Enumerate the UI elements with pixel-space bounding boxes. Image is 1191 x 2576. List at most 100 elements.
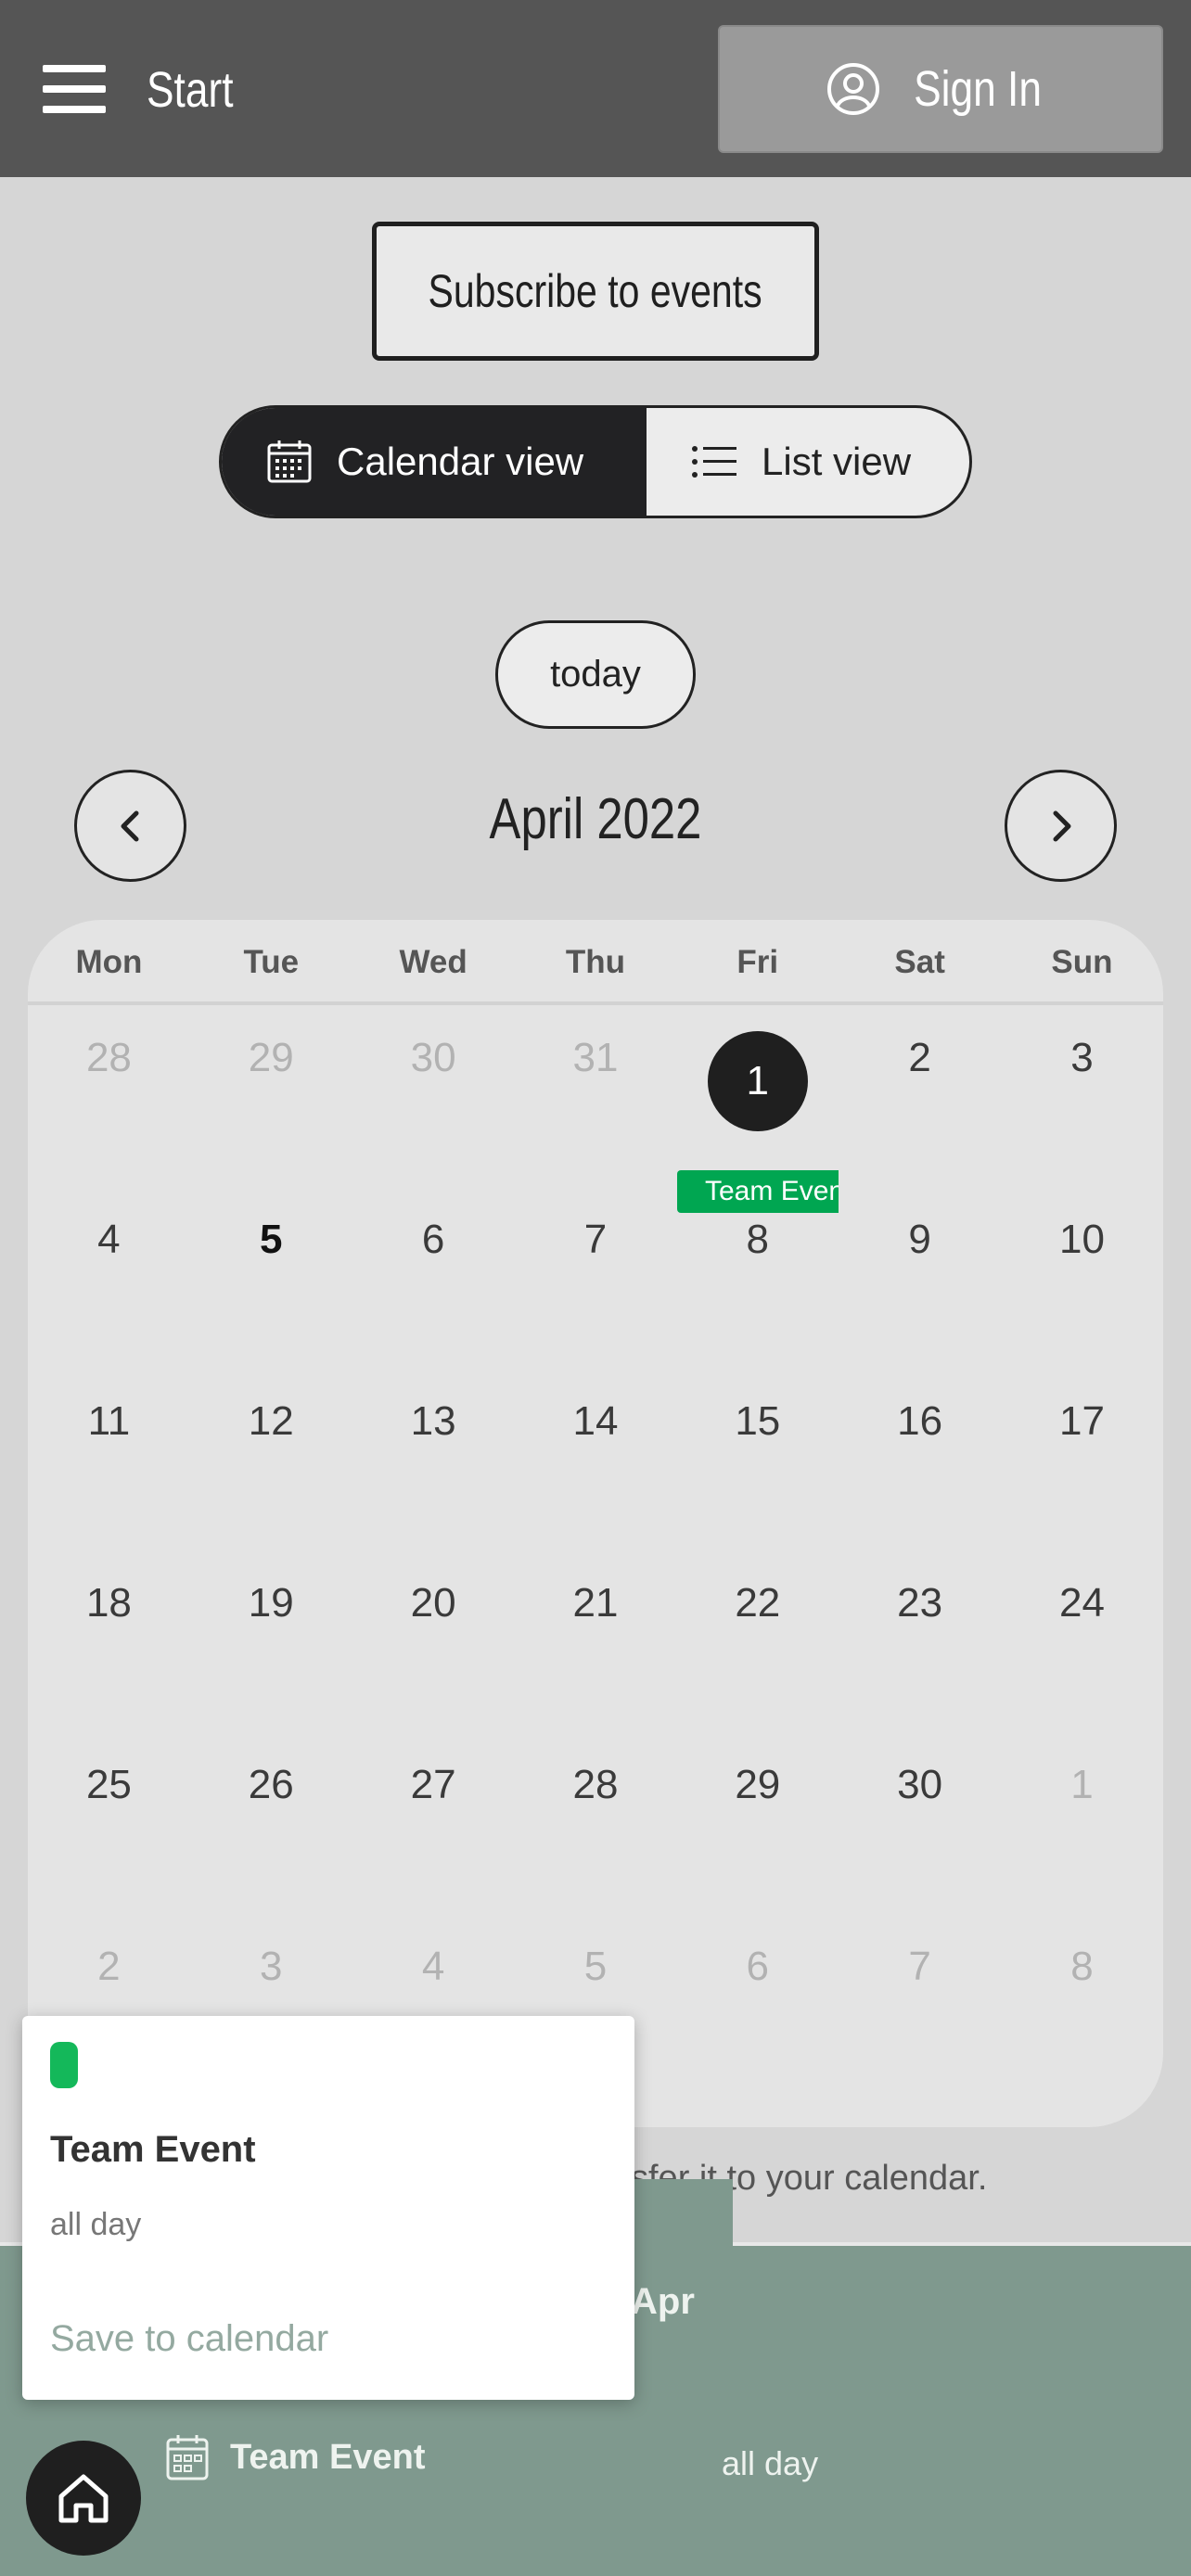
weekday-label: Fri [736,944,779,980]
day-cell[interactable]: 25 [28,1736,190,1918]
chevron-right-icon [1053,810,1070,841]
menu-icon[interactable] [43,65,106,113]
day-cell[interactable]: 29 [676,1736,839,1918]
day-cell[interactable]: 15 [676,1372,839,1554]
day-cell[interactable]: 21 [515,1554,677,1736]
day-cell[interactable]: 8 [676,1191,839,1372]
day-cell[interactable]: 29 [190,1009,352,1191]
day-number: 8 [746,1217,770,1262]
day-cell[interactable]: 28 [28,1009,190,1191]
day-number: 24 [1059,1580,1105,1626]
week-row: 28 29 30 31 1 2 3 Team Even [28,1009,1163,1213]
list-event-item[interactable]: Team Event [165,2433,425,2481]
day-cell[interactable]: 27 [352,1736,515,1918]
day-number: 3 [1070,1035,1094,1080]
day-number: 15 [735,1398,781,1444]
day-cell[interactable]: 10 [1001,1191,1163,1372]
calendar-icon [267,440,312,483]
today-button[interactable]: today [495,620,696,729]
day-cell[interactable]: 14 [515,1372,677,1554]
calendar-view-label: Calendar view [337,440,584,483]
day-number: 6 [421,1217,445,1262]
weekday-label: Sun [1051,944,1113,980]
day-cell-selected[interactable]: 1 [676,1009,839,1191]
home-button[interactable] [26,2441,141,2556]
day-cell[interactable]: 23 [839,1554,1001,1736]
day-number: 29 [248,1035,294,1080]
day-cell[interactable]: 2 [839,1009,1001,1191]
user-icon [826,63,879,115]
day-number: 2 [97,1944,121,1989]
week-row: 18 19 20 21 22 23 24 [28,1554,1163,1736]
weekday-label: Tue [243,944,300,980]
day-number: 25 [85,1762,132,1807]
list-view-button[interactable]: List view [647,408,969,516]
day-cell[interactable]: 17 [1001,1372,1163,1554]
day-number: 18 [85,1580,132,1626]
list-icon [692,446,736,478]
list-view-label: List view [762,440,912,483]
day-number: 7 [583,1217,608,1262]
day-cell[interactable]: 19 [190,1554,352,1736]
list-event-time: all day [722,2444,819,2482]
day-cell[interactable]: 12 [190,1372,352,1554]
day-number: 4 [421,1944,445,1989]
next-month-button[interactable] [1005,770,1117,882]
day-cell[interactable]: 7 [839,1918,1001,2099]
save-to-calendar-link[interactable]: Save to calendar [50,2318,328,2360]
day-cell[interactable]: 24 [1001,1554,1163,1736]
day-number: 10 [1059,1217,1105,1262]
day-cell[interactable]: 1 [1001,1736,1163,1918]
sign-in-label: Sign In [914,61,1042,117]
day-cell[interactable]: 7 [515,1191,677,1372]
day-cell[interactable]: 3 [1001,1009,1163,1191]
day-cell[interactable]: 16 [839,1372,1001,1554]
day-number: 4 [97,1217,121,1262]
prev-month-button[interactable] [74,770,186,882]
day-cell[interactable]: 4 [28,1191,190,1372]
day-cell[interactable]: 22 [676,1554,839,1736]
day-cell[interactable]: 28 [515,1736,677,1918]
day-cell[interactable]: 6 [676,1918,839,2099]
day-cell[interactable]: 18 [28,1554,190,1736]
month-title: April 2022 [489,787,702,851]
list-event-title: Team Event [230,2437,426,2477]
day-number: 7 [908,1944,931,1989]
weekday-label: Mon [75,944,143,980]
start-link[interactable]: Start [147,61,234,119]
day-cell[interactable]: 13 [352,1372,515,1554]
day-number: 16 [897,1398,943,1444]
calendar-icon [166,2435,209,2480]
day-number: 21 [572,1580,619,1626]
day-cell[interactable]: 26 [190,1736,352,1918]
subscribe-button[interactable]: Subscribe to events [372,222,819,361]
day-number: 12 [248,1398,294,1444]
day-number: 28 [85,1035,132,1080]
chevron-left-icon [121,810,138,841]
day-number: 28 [572,1762,619,1807]
day-number: 19 [248,1580,294,1626]
subscribe-label: Subscribe to events [428,265,763,317]
day-cell-today[interactable]: 5 [190,1191,352,1372]
day-cell[interactable]: 11 [28,1372,190,1554]
day-cell[interactable]: 9 [839,1191,1001,1372]
top-bar: Start Sign In [0,0,1191,177]
day-number: 8 [1070,1944,1094,1989]
day-cell[interactable]: 6 [352,1191,515,1372]
day-number: 11 [87,1398,131,1444]
day-number: 30 [897,1762,943,1807]
day-cell[interactable]: 8 [1001,1918,1163,2099]
day-cell[interactable]: 30 [839,1736,1001,1918]
weekday-header: Mon Tue Wed Thu Fri Sat Sun [28,920,1163,1005]
weekday-label: Thu [565,944,626,980]
day-cell[interactable]: 20 [352,1554,515,1736]
day-number: 5 [260,1217,283,1262]
popup-title: Team Event [50,2129,256,2170]
day-cell[interactable]: 31 [515,1009,677,1191]
sign-in-button[interactable]: Sign In [718,25,1163,153]
calendar-grid: Mon Tue Wed Thu Fri Sat Sun 28 29 30 31 … [28,920,1163,2127]
calendar-view-button[interactable]: Calendar view [222,408,647,516]
day-cell[interactable]: 30 [352,1009,515,1191]
weekday-label: Sat [894,944,945,980]
weekday-label: Wed [399,944,467,980]
